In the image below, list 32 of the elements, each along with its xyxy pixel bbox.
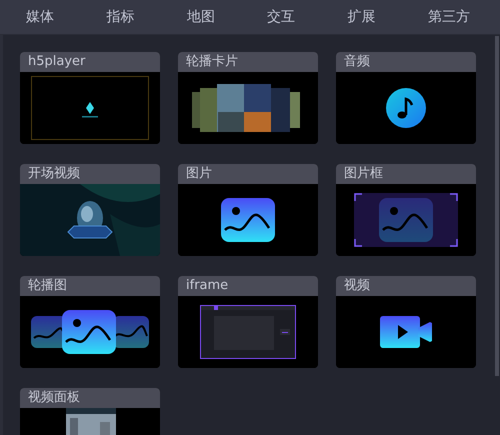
category-tab[interactable]: 交互 [263, 6, 300, 28]
image-carousel-icon [31, 310, 149, 354]
category-tab[interactable]: 地图 [182, 6, 219, 28]
image-frame-icon [354, 193, 458, 247]
component-card[interactable]: 开场视频 [20, 164, 160, 256]
component-card[interactable]: 轮播图 [20, 276, 160, 368]
component-card[interactable]: 视频 [336, 276, 476, 368]
card-title: 图片 [178, 164, 318, 184]
component-card[interactable]: h5player [20, 52, 160, 144]
category-tab[interactable]: 指标 [102, 6, 138, 28]
card-title: 开场视频 [20, 164, 160, 184]
video-camera-icon [380, 316, 432, 348]
card-title: h5player [20, 52, 160, 72]
scrollbar[interactable] [495, 36, 499, 376]
component-card[interactable]: 图片框 [336, 164, 476, 256]
music-note-icon [386, 88, 426, 128]
component-card[interactable]: 视频面板 [20, 388, 160, 435]
card-title: 图片框 [336, 164, 476, 184]
category-tab[interactable]: 第三方 [424, 6, 474, 28]
image-icon [221, 198, 275, 242]
card-title: 视频面板 [20, 388, 160, 408]
component-card[interactable]: iframe [178, 276, 318, 368]
card-title: 轮播卡片 [178, 52, 318, 72]
card-title: iframe [178, 276, 318, 296]
component-card[interactable]: 轮播卡片 [178, 52, 318, 144]
card-title: 轮播图 [20, 276, 160, 296]
card-title: 视频 [336, 276, 476, 296]
card-title: 音频 [336, 52, 476, 72]
component-card[interactable]: 音频 [336, 52, 476, 144]
category-tab[interactable]: 媒体 [22, 6, 58, 28]
category-tab[interactable]: 扩展 [343, 6, 380, 28]
component-card[interactable]: 图片 [178, 164, 318, 256]
